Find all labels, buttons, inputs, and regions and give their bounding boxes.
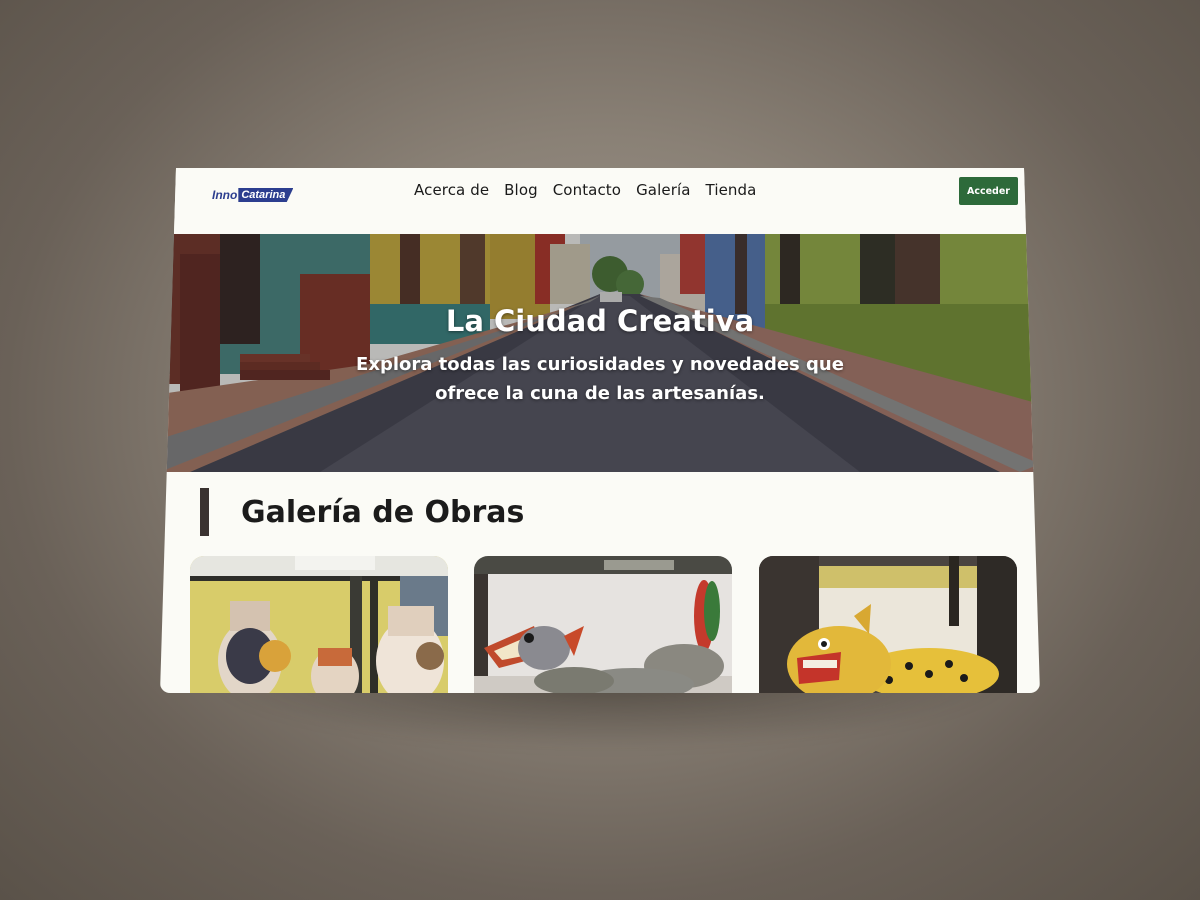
logo-text-catarina: Catarina: [238, 188, 294, 202]
jaguar-photo: [759, 556, 1017, 693]
gallery-card-jaguar[interactable]: [759, 556, 1017, 693]
access-button[interactable]: Acceder: [959, 177, 1018, 205]
logo[interactable]: Inno Catarina: [212, 187, 304, 203]
hero-subtitle: Explora todas las curiosidades y novedad…: [356, 354, 844, 404]
crocodile-photo: [474, 556, 732, 693]
nav-link-tienda[interactable]: Tienda: [706, 181, 757, 199]
heading-accent-bar: [200, 488, 209, 536]
gallery-heading: Galería de Obras: [200, 488, 524, 536]
hero-title: La Ciudad Creativa: [445, 304, 755, 338]
gallery-title: Galería de Obras: [241, 494, 525, 530]
nav-link-galeria[interactable]: Galería: [636, 181, 690, 199]
hero-banner: La Ciudad Creativa Explora todas las cur…: [160, 234, 1040, 472]
logo-text-inno: Inno: [212, 188, 238, 202]
nav-link-blog[interactable]: Blog: [504, 181, 538, 199]
nav-link-acerca[interactable]: Acerca de: [414, 181, 489, 199]
gallery-card-crocodile[interactable]: [474, 556, 732, 693]
nav-link-contacto[interactable]: Contacto: [553, 181, 621, 199]
website-mockup: Inno Catarina Acerca de Blog Contacto Ga…: [160, 168, 1040, 693]
gallery-card-ceramics[interactable]: [190, 556, 448, 693]
main-nav: Acerca de Blog Contacto Galería Tienda: [414, 181, 756, 199]
ceramics-photo: [190, 556, 448, 693]
site-header: Inno Catarina Acerca de Blog Contacto Ga…: [160, 168, 1040, 234]
